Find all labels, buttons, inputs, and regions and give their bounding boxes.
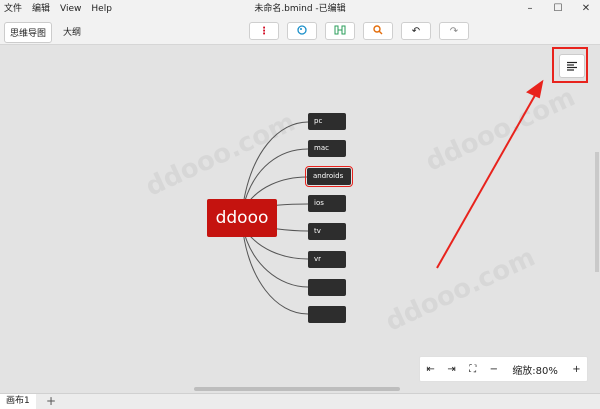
collapse-icon[interactable]: ⇤ — [420, 364, 441, 375]
expand-icon[interactable]: ⇥ — [441, 364, 462, 375]
topic-ios[interactable]: ios — [308, 195, 346, 212]
topic-empty[interactable] — [308, 306, 346, 323]
topic-vr[interactable]: vr — [308, 251, 346, 268]
zoom-level: 缩放:80% — [512, 365, 558, 377]
topic-pc[interactable]: pc — [308, 113, 346, 130]
topic-mac[interactable]: mac — [308, 140, 346, 157]
topic-empty[interactable] — [308, 279, 346, 296]
highlight-box — [552, 47, 588, 83]
scrollbar-thumb[interactable] — [194, 387, 400, 391]
topic-tv[interactable]: tv — [308, 223, 346, 240]
horizontal-scrollbar — [0, 387, 600, 391]
sheet-tab[interactable]: 画布1 — [0, 394, 36, 409]
vertical-scrollbar[interactable] — [595, 152, 599, 272]
zoom-in-button[interactable]: + — [566, 364, 587, 375]
add-sheet-button[interactable]: + — [46, 394, 56, 409]
sheet-bar: 画布1 + — [0, 393, 600, 409]
fit-screen-icon[interactable]: ⛶ — [462, 364, 483, 375]
connector-lines — [241, 79, 544, 315]
zoom-bar: ⇤ ⇥ ⛶ − 缩放:80% + — [419, 356, 588, 382]
central-topic[interactable]: ddooo — [207, 199, 277, 237]
zoom-out-button[interactable]: − — [483, 364, 504, 375]
topic-androids-selected[interactable]: androids — [305, 166, 353, 187]
